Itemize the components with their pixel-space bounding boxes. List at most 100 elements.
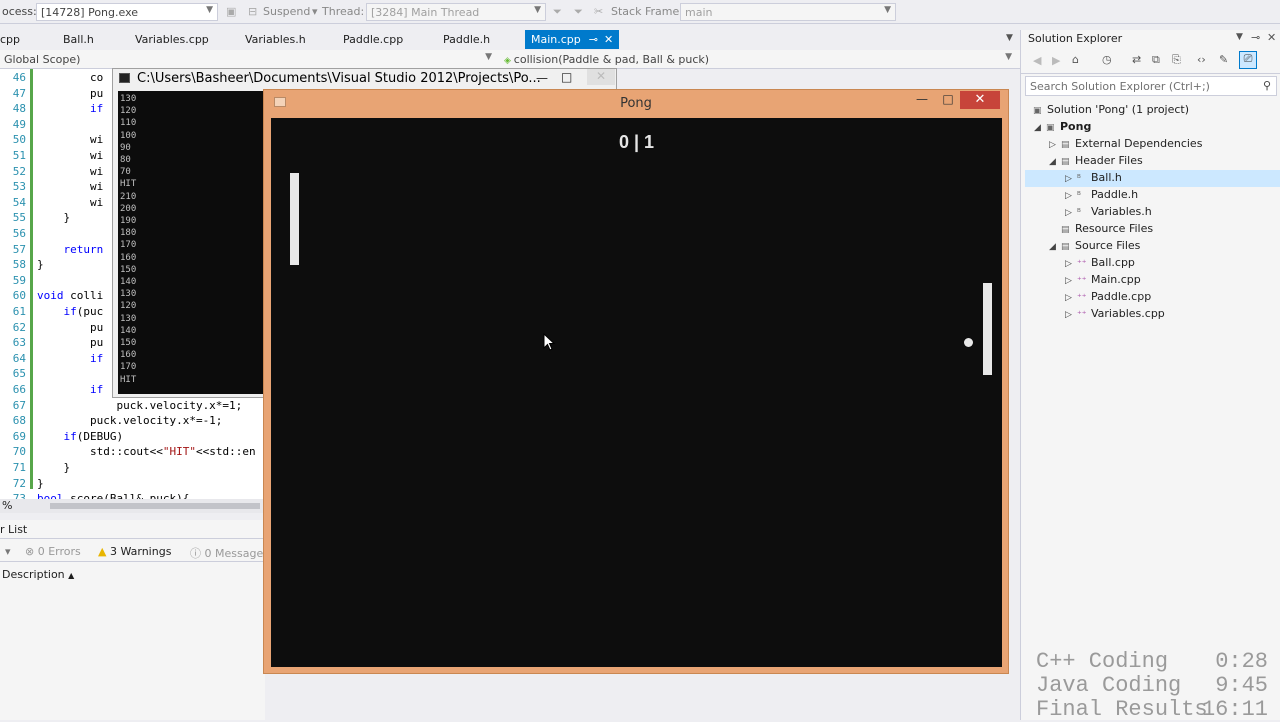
code-line[interactable]: if(puc [37, 305, 104, 318]
tab-ball-h[interactable]: Ball.h [63, 30, 94, 49]
show-files-icon[interactable]: ⎘ [1172, 53, 1181, 67]
launch-icon[interactable]: ▣ [226, 5, 236, 18]
expanded-icon[interactable]: ◢ [1049, 242, 1061, 252]
tree-header-files[interactable]: ◢ ▤ Header Files [1049, 154, 1143, 167]
code-line[interactable]: pu [37, 87, 103, 100]
tab-paddle-h[interactable]: Paddle.h [443, 30, 490, 49]
expanded-icon[interactable]: ◢ [1049, 157, 1061, 167]
warnings-filter-button[interactable]: ▲ 3 Warnings [98, 545, 171, 558]
code-line[interactable]: wi [37, 149, 103, 162]
code-line[interactable]: wi [37, 133, 103, 146]
code-line[interactable]: return [37, 243, 104, 256]
messages-filter-button[interactable]: ⓘ 0 Messages [190, 545, 269, 561]
collapsed-icon[interactable]: ▷ [1065, 293, 1077, 303]
pong-window[interactable]: Pong — □ ✕ 0 | 1 [263, 89, 1009, 674]
close-icon[interactable]: ✕ [1267, 31, 1276, 44]
editor-horizontal-scrollbar[interactable]: % [0, 499, 265, 513]
code-line[interactable]: wi [37, 196, 103, 209]
dropdown-icon[interactable]: ▼ [1236, 32, 1243, 42]
tree-paddle-h[interactable]: ▷ ᴮ Paddle.h [1065, 188, 1138, 201]
variables-h-label: Variables.h [1091, 205, 1152, 218]
tree-source-files[interactable]: ◢ ▤ Source Files [1049, 239, 1140, 252]
tab-main-cpp[interactable]: Main.cpp ⊸ ✕ [525, 30, 620, 49]
function-select[interactable]: ◈ collision(Paddle & pad, Ball & puck) ▼ [500, 51, 1016, 68]
pin-icon[interactable]: ⊸ [1251, 31, 1260, 44]
tree-paddle-cpp[interactable]: ▷ ⁺⁺ Paddle.cpp [1065, 290, 1151, 303]
stack-icon[interactable]: ✂ [594, 5, 603, 18]
suspend-button[interactable]: Suspend [263, 5, 310, 18]
scroll-thumb[interactable] [50, 503, 260, 509]
tab-paddle-cpp[interactable]: Paddle.cpp [343, 30, 403, 49]
forward-icon[interactable]: ▶ [1052, 54, 1060, 67]
code-line[interactable]: if [37, 352, 103, 365]
collapsed-icon[interactable]: ▷ [1065, 191, 1077, 201]
preview-icon[interactable]: ⎚ [1239, 51, 1257, 69]
scope-select[interactable]: Global Scope) ▼ [0, 51, 496, 68]
code-line[interactable]: wi [37, 180, 103, 193]
code-line[interactable]: } [37, 211, 70, 224]
code-line[interactable]: std::cout<<"HIT"<<std::en [37, 445, 256, 458]
collapsed-icon[interactable]: ▷ [1065, 259, 1077, 269]
tree-ball-cpp[interactable]: ▷ ⁺⁺ Ball.cpp [1065, 256, 1135, 269]
expanded-icon[interactable]: ◢ [1034, 123, 1046, 133]
thread-select[interactable]: [3284] Main Thread ▼ [366, 3, 546, 21]
tree-ball-h[interactable]: ▷ ᴮ Ball.h [1025, 170, 1280, 187]
code-line[interactable]: puck.velocity.x*=-1; [37, 414, 222, 427]
tree-external-dependencies[interactable]: ▷ ▤ External Dependencies [1049, 137, 1202, 150]
collapse-icon[interactable]: ⧉ [1152, 53, 1160, 67]
code-line[interactable]: pu [37, 321, 103, 334]
tree-project[interactable]: ◢ ▣ Pong [1034, 120, 1091, 133]
code-line[interactable]: pu [37, 336, 103, 349]
close-icon[interactable]: ✕ [604, 33, 613, 46]
code-line[interactable]: if [37, 102, 103, 115]
code-line[interactable]: if [37, 383, 103, 396]
code-line[interactable]: } [37, 477, 44, 490]
code-line[interactable]: void colli [37, 289, 103, 302]
code-line[interactable]: } [37, 461, 70, 474]
error-filter-dropdown[interactable]: ▾ [5, 545, 11, 558]
tree-resource-files[interactable]: ▤ Resource Files [1061, 222, 1153, 235]
game-canvas[interactable]: 0 | 1 [271, 118, 1002, 667]
tree-variables-cpp[interactable]: ▷ ⁺⁺ Variables.cpp [1065, 307, 1165, 320]
back-icon[interactable]: ◀ [1033, 54, 1041, 67]
refresh-icon[interactable]: ⇄ [1132, 53, 1141, 66]
collapsed-icon[interactable]: ▷ [1049, 140, 1061, 150]
minimize-icon[interactable]: — [536, 71, 548, 85]
code-line[interactable]: } [37, 258, 44, 271]
description-column-header[interactable]: Description ▲ [2, 568, 74, 581]
code-line[interactable]: co [37, 71, 103, 84]
properties-icon[interactable]: ✎ [1219, 53, 1228, 66]
pin-icon[interactable]: ⊸ [589, 33, 598, 46]
minimize-icon[interactable]: — [912, 92, 932, 108]
process-select[interactable]: [14728] Pong.exe ▼ [36, 3, 218, 21]
console-close-button[interactable]: ✕ [587, 69, 615, 85]
pong-close-button[interactable]: ✕ [960, 91, 1000, 109]
maximize-icon[interactable]: □ [938, 92, 958, 108]
tab-variables-h[interactable]: Variables.h [245, 30, 306, 49]
tree-solution[interactable]: ▣ Solution 'Pong' (1 project) [1033, 103, 1189, 116]
zoom-level[interactable]: % [2, 499, 12, 512]
tree-main-cpp[interactable]: ▷ ⁺⁺ Main.cpp [1065, 273, 1141, 286]
collapsed-icon[interactable]: ▷ [1065, 174, 1077, 184]
code-line[interactable]: puck.velocity.x*=1; [37, 399, 242, 412]
filter-icon[interactable]: ▾ [312, 5, 318, 18]
pong-title-bar[interactable]: Pong [264, 90, 1008, 118]
tab-overflow-icon[interactable]: ▼ [1006, 33, 1013, 43]
home-icon[interactable]: ⌂ [1072, 53, 1079, 66]
code-line[interactable]: wi [37, 165, 103, 178]
tab-partial-cpp[interactable]: cpp [0, 30, 20, 49]
flag-icon[interactable]: ⏷ [553, 5, 562, 19]
tree-variables-h[interactable]: ▷ ᴮ Variables.h [1065, 205, 1152, 218]
maximize-icon[interactable]: □ [561, 70, 572, 84]
flag-filter-icon[interactable]: ⏷ [574, 5, 583, 19]
view-code-icon[interactable]: ‹› [1197, 53, 1206, 66]
solution-search-input[interactable]: Search Solution Explorer (Ctrl+;) ⚲ [1025, 76, 1277, 96]
collapsed-icon[interactable]: ▷ [1065, 276, 1077, 286]
sync-icon[interactable]: ◷ [1102, 53, 1112, 66]
tab-variables-cpp[interactable]: Variables.cpp [135, 30, 209, 49]
collapsed-icon[interactable]: ▷ [1065, 310, 1077, 320]
collapsed-icon[interactable]: ▷ [1065, 208, 1077, 218]
stack-frame-select[interactable]: main ▼ [680, 3, 896, 21]
errors-filter-button[interactable]: ⊗ 0 Errors [25, 545, 81, 558]
code-line[interactable]: if(DEBUG) [37, 430, 124, 443]
